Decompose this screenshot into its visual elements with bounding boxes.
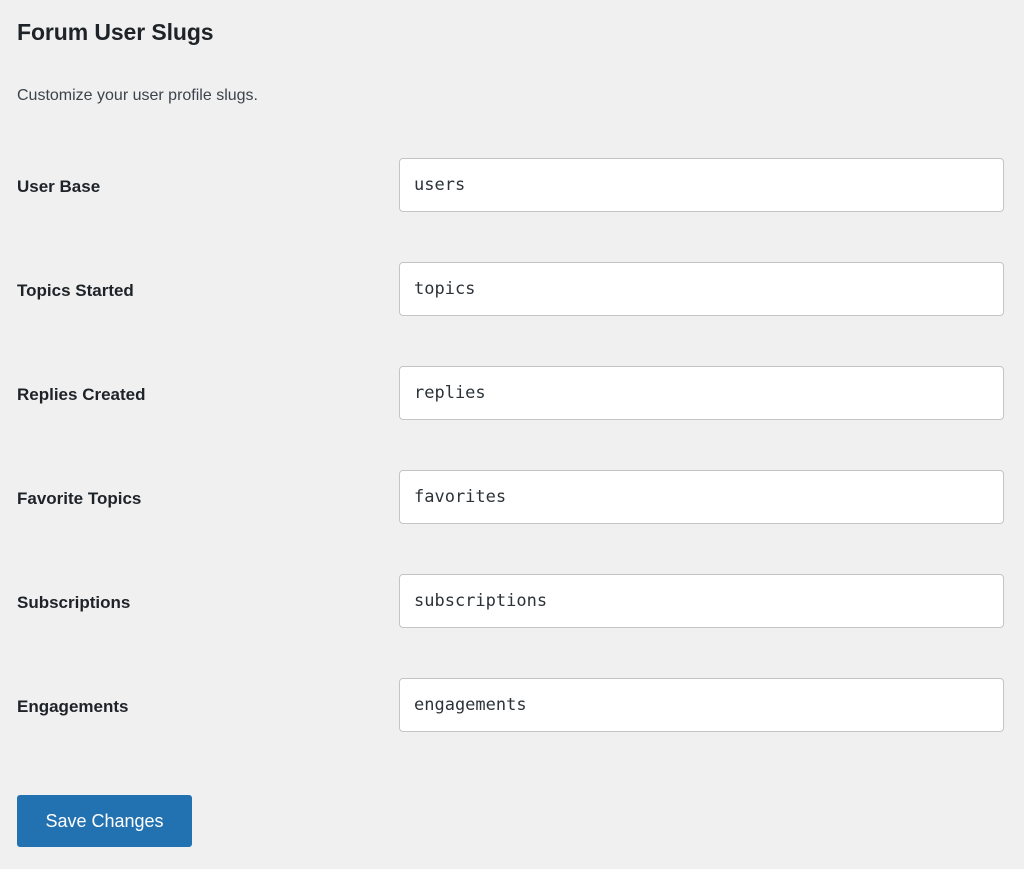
slug-settings-form: User Base Topics Started Replies Created…	[0, 158, 1024, 782]
form-row-topics-started: Topics Started	[0, 262, 1024, 366]
label-engagements: Engagements	[17, 697, 129, 716]
form-row-user-base: User Base	[0, 158, 1024, 262]
label-topics-started: Topics Started	[17, 281, 134, 300]
field-wrap-engagements	[399, 678, 1004, 732]
field-wrap-subscriptions	[399, 574, 1004, 628]
page-description: Customize your user profile slugs.	[17, 87, 258, 104]
form-row-replies-created: Replies Created	[0, 366, 1024, 470]
form-row-engagements: Engagements	[0, 678, 1024, 782]
input-subscriptions[interactable]	[399, 574, 1004, 628]
field-wrap-topics-started	[399, 262, 1004, 316]
form-row-favorite-topics: Favorite Topics	[0, 470, 1024, 574]
input-replies-created[interactable]	[399, 366, 1004, 420]
settings-page: Forum User Slugs Customize your user pro…	[0, 0, 1024, 869]
form-row-subscriptions: Subscriptions	[0, 574, 1024, 678]
label-favorite-topics: Favorite Topics	[17, 489, 142, 508]
page-title: Forum User Slugs	[17, 19, 214, 45]
submit-area: Save Changes	[17, 795, 192, 847]
input-topics-started[interactable]	[399, 262, 1004, 316]
save-changes-button[interactable]: Save Changes	[17, 795, 192, 847]
input-user-base[interactable]	[399, 158, 1004, 212]
input-engagements[interactable]	[399, 678, 1004, 732]
field-wrap-replies-created	[399, 366, 1004, 420]
field-wrap-user-base	[399, 158, 1004, 212]
label-replies-created: Replies Created	[17, 385, 146, 404]
field-wrap-favorite-topics	[399, 470, 1004, 524]
label-subscriptions: Subscriptions	[17, 593, 131, 612]
label-user-base: User Base	[17, 177, 101, 196]
input-favorite-topics[interactable]	[399, 470, 1004, 524]
